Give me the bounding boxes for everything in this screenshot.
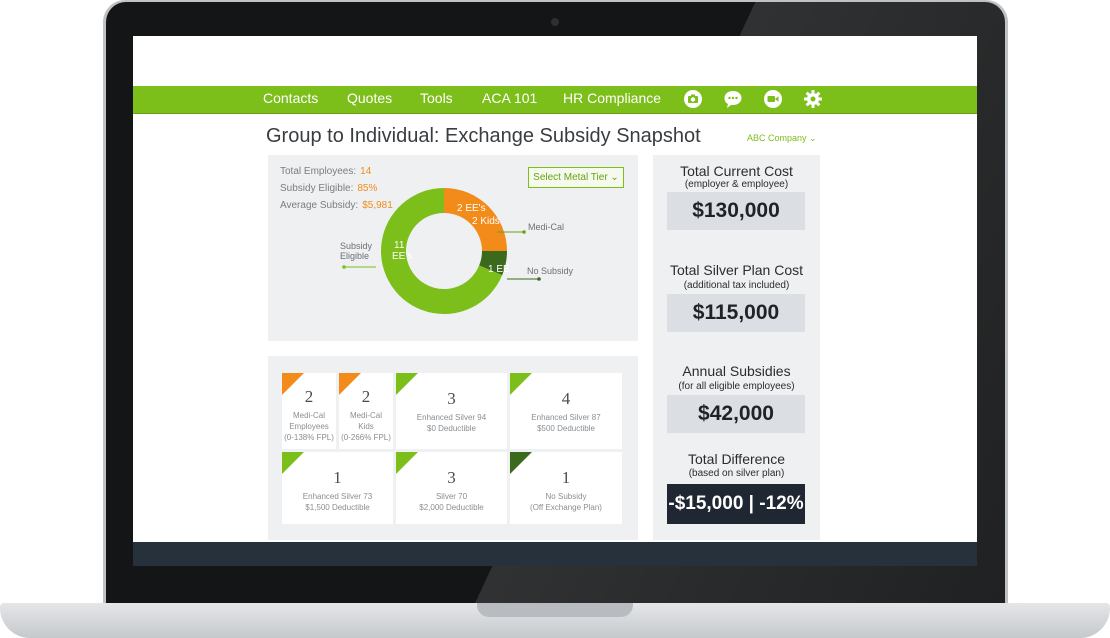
card-description: Enhanced Silver 73 $1,500 Deductible	[282, 491, 393, 513]
cost-metrics-panel: Total Current Cost (employer & employee)…	[653, 155, 820, 540]
no-subsidy-inner-label: 1 EE	[488, 264, 510, 275]
card-description: Medi-Cal Employees (0-138% FPL)	[282, 410, 336, 443]
enhanced-silver-73-card[interactable]: 1 Enhanced Silver 73 $1,500 Deductible	[282, 452, 393, 524]
plan-breakdown-panel: 2 Medi-Cal Employees (0-138% FPL) 2 Medi-Cal K…	[268, 356, 638, 540]
summary-panel: Total Employees: 14 Subsidy Eligible: 85% …	[268, 155, 638, 341]
total-difference-title: Total Difference	[687, 451, 785, 467]
total-current-cost-title: Total Current Cost	[680, 163, 793, 179]
card-description: Enhanced Silver 87 $500 Deductible	[510, 412, 622, 434]
annual-subsidies-subtitle: (for all eligible employees)	[678, 381, 795, 392]
footer-bar	[133, 542, 977, 566]
medi-cal-kids-card[interactable]: 2 Medi-Cal Kids (0-266% FPL)	[339, 373, 393, 449]
enhanced-silver-87-card[interactable]: 4 Enhanced Silver 87 $500 Deductible	[510, 373, 622, 449]
card-count: 1	[561, 468, 571, 487]
nav-tools[interactable]: Tools	[420, 90, 453, 106]
total-current-cost-subtitle: (employer & employee)	[684, 179, 789, 190]
medi-cal-inner-label-1: 2 EE's	[457, 203, 486, 214]
no-subsidy-callout-label: No Subsidy	[527, 266, 574, 276]
eligible-inner-label-1: 11	[394, 240, 405, 251]
card-count: 3	[447, 468, 456, 487]
gear-icon[interactable]	[803, 89, 823, 109]
card-count: 2	[361, 387, 371, 406]
annual-subsidies-value: $42,000	[667, 395, 805, 433]
total-current-cost-value: $130,000	[667, 192, 805, 230]
subsidy-eligible-callout-dot	[342, 265, 346, 269]
nav-aca-101[interactable]: ACA 101	[482, 90, 537, 106]
card-description-line: Silver 70	[435, 492, 468, 501]
laptop-notch	[477, 603, 633, 617]
annual-subsidies-title: Annual Subsidies	[682, 363, 791, 379]
webcam	[551, 18, 559, 26]
nav-contacts[interactable]: Contacts	[263, 90, 318, 106]
total-difference-value: -$15,000 | -12%	[667, 484, 805, 524]
card-description-line: Enhanced Silver 94	[416, 413, 487, 422]
total-silver-plan-cost-title: Total Silver Plan Cost	[669, 262, 804, 278]
medi-cal-callout-label: Medi-Cal	[528, 222, 565, 232]
video-icon[interactable]	[763, 89, 783, 109]
card-description-line: (Off Exchange Plan)	[530, 503, 602, 512]
card-description: Silver 70 $2,000 Deductible	[396, 491, 507, 513]
card-description-line: Enhanced Silver 73	[302, 492, 373, 501]
top-nav: Contacts Quotes Tools ACA 101 HR Complia…	[133, 86, 977, 114]
app-screen: Contacts Quotes Tools ACA 101 HR Complia…	[133, 36, 977, 566]
camera-icon[interactable]	[683, 89, 703, 109]
subsidy-donut-chart	[342, 188, 541, 314]
total-difference-subtitle: (based on silver plan)	[688, 468, 785, 479]
card-description-line: Employees	[289, 422, 329, 431]
card-description-line: Medi-Cal	[292, 411, 325, 420]
card-description: Medi-Cal Kids (0-266% FPL)	[339, 410, 393, 443]
card-description-line: Kids	[358, 422, 374, 431]
eligible-inner-label-2: EE's	[392, 251, 413, 262]
no-subsidy-card[interactable]: 1 No Subsidy (Off Exchange Plan)	[510, 452, 622, 524]
medi-cal-callout-dot	[522, 230, 526, 234]
total-silver-plan-cost-subtitle: (additional tax included)	[683, 280, 790, 291]
page-title: Group to Individual: Exchange Subsidy Sn…	[266, 125, 701, 147]
card-description-line: $2,000 Deductible	[419, 503, 484, 512]
card-description-line: (0-138% FPL)	[284, 433, 334, 442]
card-description-line: No Subsidy	[545, 492, 587, 501]
card-description: No Subsidy (Off Exchange Plan)	[510, 491, 622, 513]
silver-70-card[interactable]: 3 Silver 70 $2,000 Deductible	[396, 452, 507, 524]
medi-cal-inner-label-2: 2 Kids	[472, 216, 500, 227]
company-selector[interactable]: ABC Company ⌄	[747, 133, 817, 144]
card-description: Enhanced Silver 94 $0 Deductible	[396, 412, 507, 434]
medi-cal-employees-card[interactable]: 2 Medi-Cal Employees (0-138% FPL)	[282, 373, 336, 449]
card-description-line: $0 Deductible	[427, 424, 476, 433]
card-count: 1	[333, 468, 342, 487]
enhanced-silver-94-card[interactable]: 3 Enhanced Silver 94 $0 Deductible	[396, 373, 507, 449]
subsidy-eligible-callout-label-1: Subsidy	[340, 241, 373, 251]
card-description-line: (0-266% FPL)	[341, 433, 391, 442]
nav-quotes[interactable]: Quotes	[347, 90, 392, 106]
card-count: 4	[561, 389, 571, 408]
card-description-line: Enhanced Silver 87	[531, 413, 601, 422]
subsidy-eligible-callout-label-2: Eligible	[340, 251, 370, 261]
chat-icon[interactable]	[723, 89, 743, 109]
card-description-line: $500 Deductible	[537, 424, 595, 433]
card-count: 2	[304, 387, 314, 406]
card-description-line: $1,500 Deductible	[305, 503, 370, 512]
nav-hr-compliance[interactable]: HR Compliance	[563, 90, 661, 106]
no-subsidy-callout-dot	[537, 277, 541, 281]
card-count: 3	[447, 389, 456, 408]
total-silver-plan-cost-value: $115,000	[667, 294, 805, 332]
card-description-line: Medi-Cal	[349, 411, 382, 420]
